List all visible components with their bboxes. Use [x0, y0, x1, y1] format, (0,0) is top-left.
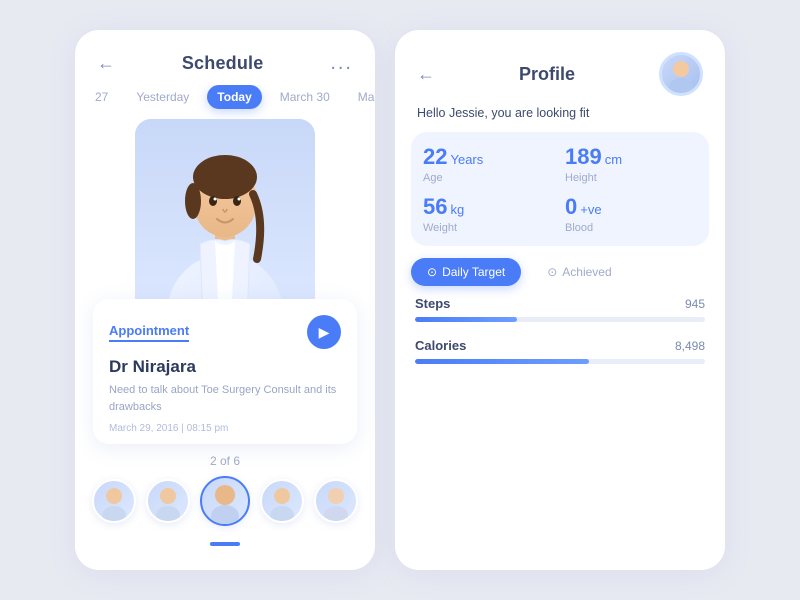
- stat-blood-value: 0: [565, 194, 577, 219]
- stat-age: 22Years Age: [423, 144, 555, 184]
- avatar-5[interactable]: [314, 479, 358, 523]
- calories-progress-bar-bg: [415, 359, 705, 364]
- steps-label-row: Steps 945: [415, 296, 705, 311]
- scroll-indicator: [210, 542, 240, 546]
- schedule-back-button[interactable]: ←: [97, 53, 115, 74]
- calories-label: Calories: [415, 338, 466, 353]
- stat-age-unit: Years: [450, 152, 483, 167]
- appointment-date: March 29, 2016 | 08:15 pm: [109, 423, 341, 434]
- video-icon: ▶: [319, 324, 330, 341]
- date-tab-27[interactable]: 27: [85, 85, 118, 109]
- stat-height-value: 189: [565, 144, 602, 169]
- stat-weight-value: 56: [423, 194, 447, 219]
- video-call-button[interactable]: ▶: [307, 315, 341, 349]
- avatar-2[interactable]: [146, 479, 190, 523]
- stat-weight-unit: kg: [450, 202, 464, 217]
- steps-progress: Steps 945: [415, 296, 705, 322]
- steps-value: 945: [685, 297, 705, 311]
- appointment-description: Need to talk about Toe Surgery Consult a…: [109, 382, 341, 415]
- avatars-row: [92, 476, 358, 540]
- stat-blood: 0+ve Blood: [565, 194, 697, 234]
- stat-height-label: Height: [565, 172, 697, 184]
- calories-label-row: Calories 8,498: [415, 338, 705, 353]
- doctor-image-area: [75, 119, 375, 309]
- achieved-tab[interactable]: ⊙ Achieved: [531, 258, 627, 286]
- calories-progress-bar-fill: [415, 359, 589, 364]
- schedule-more-button[interactable]: ...: [330, 52, 353, 75]
- profile-greeting: Hello Jessie, you are looking fit: [395, 106, 725, 132]
- stat-weight-label: Weight: [423, 222, 555, 234]
- stat-blood-unit: +ve: [580, 202, 601, 217]
- schedule-header: ← Schedule ...: [75, 30, 375, 85]
- progress-section: Steps 945 Calories 8,498: [395, 296, 725, 570]
- avatar-4[interactable]: [260, 479, 304, 523]
- stat-weight: 56kg Weight: [423, 194, 555, 234]
- achieved-label: Achieved: [562, 265, 611, 279]
- profile-avatar[interactable]: [659, 52, 703, 96]
- calories-progress: Calories 8,498: [415, 338, 705, 364]
- avatar-1[interactable]: [92, 479, 136, 523]
- steps-progress-bar-bg: [415, 317, 705, 322]
- schedule-card: ← Schedule ... 27 Yesterday Today March …: [75, 30, 375, 570]
- stats-grid: 22Years Age 189cm Height 56kg Weight 0+v…: [411, 132, 709, 246]
- date-tab-mar[interactable]: Mar: [348, 85, 375, 109]
- stat-blood-label: Blood: [565, 222, 697, 234]
- daily-target-icon: ⊙: [427, 265, 437, 279]
- stat-height-unit: cm: [605, 152, 622, 167]
- profile-header: ← Profile: [395, 30, 725, 106]
- appointment-card: Appointment ▶ Dr Nirajara Need to talk a…: [93, 299, 357, 444]
- steps-label: Steps: [415, 296, 450, 311]
- date-tab-mar30[interactable]: March 30: [270, 85, 340, 109]
- date-tabs: 27 Yesterday Today March 30 Mar: [75, 85, 375, 119]
- stat-height: 189cm Height: [565, 144, 697, 184]
- avatar-3-active[interactable]: [200, 476, 250, 526]
- stat-age-label: Age: [423, 172, 555, 184]
- profile-back-button[interactable]: ←: [417, 64, 435, 85]
- schedule-title: Schedule: [182, 53, 264, 74]
- doctor-image: [135, 119, 315, 319]
- date-tab-yesterday[interactable]: Yesterday: [126, 85, 199, 109]
- calories-value: 8,498: [675, 339, 705, 353]
- appointment-header: Appointment ▶: [109, 315, 341, 349]
- doctor-name: Dr Nirajara: [109, 357, 341, 377]
- target-tabs: ⊙ Daily Target ⊙ Achieved: [395, 258, 725, 296]
- schedule-pagination: 2 of 6: [210, 454, 240, 468]
- appointment-label: Appointment: [109, 323, 189, 342]
- steps-progress-bar-fill: [415, 317, 517, 322]
- profile-title: Profile: [435, 64, 659, 85]
- daily-target-label: Daily Target: [442, 265, 505, 279]
- daily-target-tab[interactable]: ⊙ Daily Target: [411, 258, 521, 286]
- achieved-icon: ⊙: [547, 265, 557, 279]
- date-tab-today[interactable]: Today: [207, 85, 261, 109]
- profile-card: ← Profile Hello Jessie, you are looking …: [395, 30, 725, 570]
- stat-age-value: 22: [423, 144, 447, 169]
